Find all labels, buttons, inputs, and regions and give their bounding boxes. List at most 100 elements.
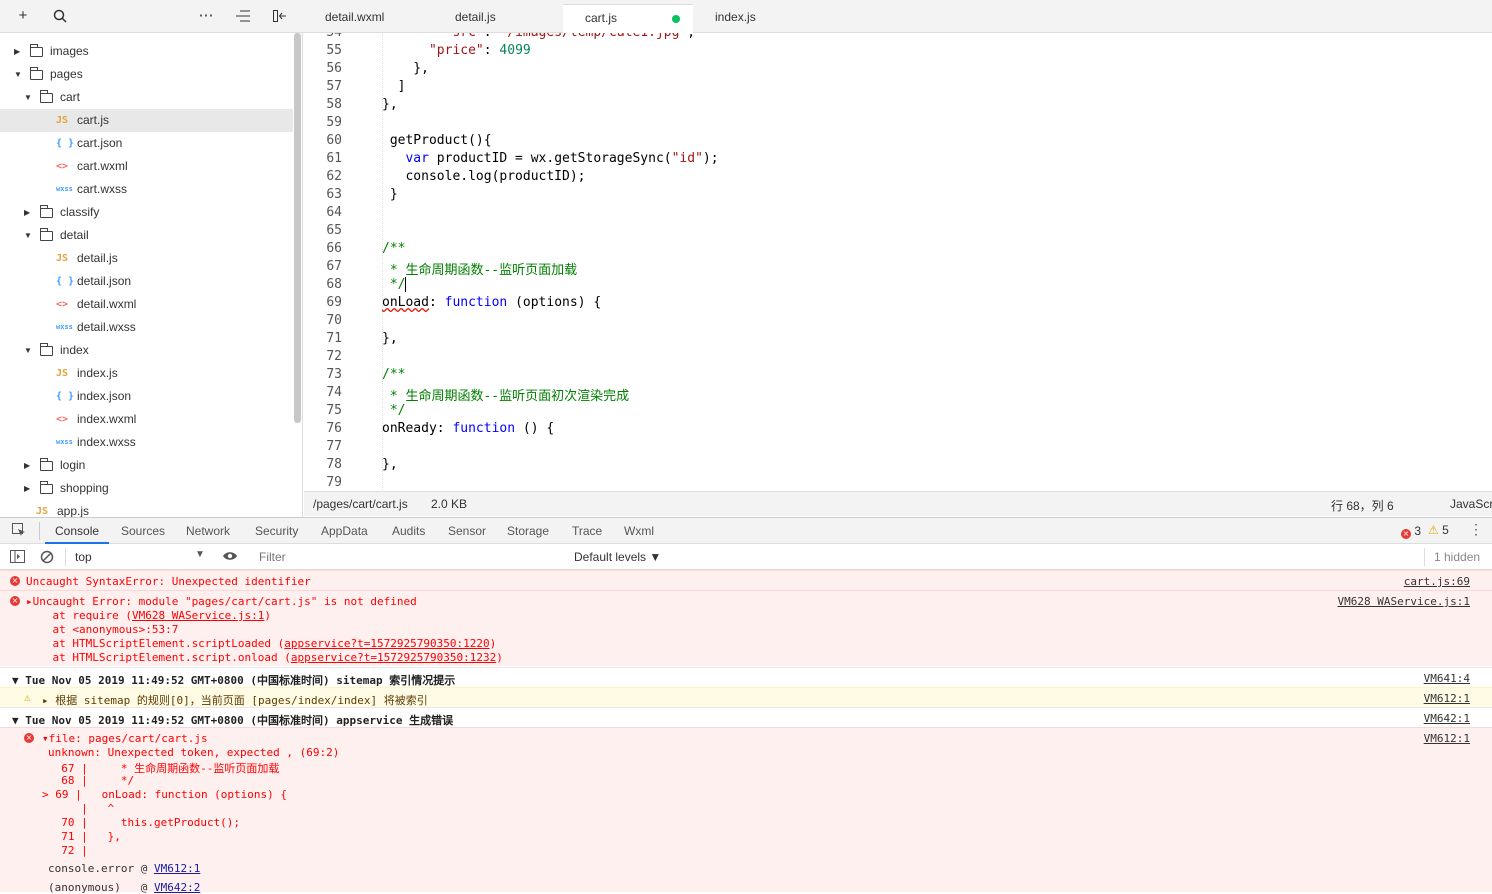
clear-console-icon[interactable] — [40, 550, 54, 567]
tree-file[interactable]: <> index.wxml — [0, 408, 293, 431]
code-line-74: * 生命周期函数--监听页面初次渲染完成 — [382, 389, 630, 404]
warning-counter[interactable]: ⚠ 5 — [1428, 523, 1449, 537]
stack-line-4: at HTMLScriptElement.script.onload (apps… — [26, 651, 503, 664]
tree-file[interactable]: <> detail.wxml — [0, 293, 293, 316]
line-number: 77 — [326, 439, 342, 454]
console-error-3: × VM612:1 ▾file: pages/cart/cart.js unkno… — [0, 727, 1492, 894]
warning-source-link[interactable]: VM612:1 — [1424, 692, 1470, 705]
error-source-link[interactable]: cart.js:69 — [1404, 575, 1470, 588]
tree-folder[interactable]: ▼ pages — [0, 63, 293, 86]
code-line-73: /** — [382, 367, 406, 382]
error-count: 3 — [1414, 524, 1422, 538]
devtools-tab-console[interactable]: Console — [45, 518, 110, 544]
collapse-sidebar-icon[interactable] — [269, 5, 291, 27]
devtools-tab-appdata[interactable]: AppData — [321, 518, 368, 544]
stack-link[interactable]: VM628 WAService.js:1 — [132, 609, 264, 622]
inspect-element-icon[interactable] — [12, 523, 26, 540]
line-number: 76 — [326, 421, 342, 436]
tree-file[interactable]: <> cart.wxml — [0, 155, 293, 178]
code-frame-line[interactable]: ▾file: pages/cart/cart.js — [42, 732, 208, 745]
devtools-tab-audits[interactable]: Audits — [392, 518, 425, 544]
chevron-right-icon[interactable]: ▶ — [24, 201, 30, 224]
devtools-tab-storage[interactable]: Storage — [507, 518, 549, 544]
chevron-right-icon[interactable]: ▶ — [24, 477, 30, 500]
chevron-right-icon[interactable]: ▶ — [14, 40, 20, 63]
code-line-76: onReady: function () { — [382, 421, 555, 436]
log-levels-dropdown[interactable]: Default levels ▼ — [574, 550, 661, 564]
tab-detail-wxml[interactable]: detail.wxml — [303, 4, 433, 33]
tree-folder[interactable]: ▼ index — [0, 339, 293, 362]
sidebar-scrollbar[interactable] — [294, 33, 301, 423]
devtools-tab-sensor[interactable]: Sensor — [448, 518, 486, 544]
plus-icon[interactable]: + — [12, 5, 34, 27]
tree-file[interactable]: JS app.js — [0, 500, 293, 517]
outdent-icon[interactable] — [232, 5, 254, 27]
stack-link[interactable]: appservice?t=1572925790350:1232 — [291, 651, 496, 664]
warning-message[interactable]: ▸ 根据 sitemap 的规则[0]，当前页面 [pages/index/in… — [42, 692, 428, 708]
tree-file[interactable]: wxss detail.wxss — [0, 316, 293, 339]
tab-cart-js[interactable]: cart.js — [563, 4, 693, 33]
console-group-sitemap[interactable]: ▼ Tue Nov 05 2019 11:49:52 GMT+0800 (中国标… — [0, 667, 1492, 687]
context-select[interactable]: top — [75, 550, 92, 564]
cursor-position[interactable]: 行 68，列 6 — [1331, 497, 1394, 514]
tree-folder[interactable]: ▶ shopping — [0, 477, 293, 500]
file-type-icon: wxss — [56, 323, 73, 331]
devtools-tab-network[interactable]: Network — [186, 518, 230, 544]
devtools-menu-icon[interactable]: ⋮ — [1469, 521, 1483, 538]
error-source-link[interactable]: VM628 WAService.js:1 — [1338, 595, 1470, 608]
group-source-link[interactable]: VM641:4 — [1424, 672, 1470, 685]
code-frame-line: 72 | — [48, 844, 88, 857]
chevron-down-icon[interactable]: ▼ — [14, 63, 22, 86]
live-expression-eye-icon[interactable] — [222, 550, 238, 565]
tree-file[interactable]: { } cart.json — [0, 132, 293, 155]
tree-folder[interactable]: ▼ cart — [0, 86, 293, 109]
folder-icon — [40, 90, 53, 103]
more-icon[interactable]: ⋯ — [195, 5, 217, 27]
line-number: 69 — [326, 295, 342, 310]
chevron-right-icon[interactable]: ▶ — [24, 454, 30, 477]
error-message[interactable]: ▸Uncaught Error: module "pages/cart/cart… — [26, 595, 417, 608]
language-mode[interactable]: JavaScr — [1450, 497, 1492, 511]
file-path: /pages/cart/cart.js — [313, 497, 408, 511]
devtools-tab-wxml[interactable]: Wxml — [624, 518, 654, 544]
tree-file[interactable]: { } index.json — [0, 385, 293, 408]
tree-folder[interactable]: ▶ login — [0, 454, 293, 477]
tree-file[interactable]: JS index.js — [0, 362, 293, 385]
chevron-down-icon[interactable]: ▼ — [24, 224, 32, 247]
tree-file[interactable]: JS detail.js — [0, 247, 293, 270]
tree-file[interactable]: { } detail.json — [0, 270, 293, 293]
file-type-icon: <> — [56, 299, 69, 310]
tree-folder[interactable]: ▶ classify — [0, 201, 293, 224]
chevron-down-icon[interactable]: ▼ — [24, 339, 32, 362]
error-counter[interactable]: × 3 — [1401, 524, 1422, 539]
line-number: 66 — [326, 241, 342, 256]
chevron-down-icon[interactable]: ▼ — [24, 86, 32, 109]
code-frame-line: > 69 | onLoad: function (options) { — [42, 788, 288, 801]
trace-link[interactable]: VM642:2 — [154, 881, 200, 894]
tree-item-label: cart.wxss — [77, 182, 128, 196]
tree-item-label: pages — [50, 67, 83, 81]
devtools-tab-sources[interactable]: Sources — [121, 518, 165, 544]
tree-file[interactable]: wxss index.wxss — [0, 431, 293, 454]
tree-folder[interactable]: ▼ detail — [0, 224, 293, 247]
context-dropdown-icon[interactable]: ▼ — [195, 549, 205, 560]
code-frame-line: 70 | this.getProduct(); — [48, 816, 241, 829]
tree-folder[interactable]: ▶ images — [0, 40, 293, 63]
tab-detail-js[interactable]: detail.js — [433, 4, 563, 33]
tree-file[interactable]: JS cart.js — [0, 109, 293, 132]
stack-link[interactable]: appservice?t=1572925790350:1220 — [284, 637, 489, 650]
devtools-tab-security[interactable]: Security — [255, 518, 298, 544]
trace-link[interactable]: VM612:1 — [154, 862, 200, 875]
tab-index-js[interactable]: index.js — [693, 4, 823, 33]
sidebar-toggle-icon[interactable] — [10, 550, 25, 566]
group-source-link[interactable]: VM642:1 — [1424, 712, 1470, 725]
stack-line-2: at <anonymous>:53:7 — [26, 623, 179, 636]
console-group-appservice[interactable]: ▼ Tue Nov 05 2019 11:49:52 GMT+0800 (中国标… — [0, 707, 1492, 727]
tree-file[interactable]: wxss cart.wxss — [0, 178, 293, 201]
folder-icon — [40, 205, 53, 218]
error-source-link[interactable]: VM612:1 — [1424, 732, 1470, 745]
devtools-tab-trace[interactable]: Trace — [572, 518, 602, 544]
console-filter-input[interactable] — [253, 547, 565, 567]
code-editor[interactable]: 54 55 56 57 58 59 60 61 62 63 64 65 66 67 68 69 70 71 72 73… — [304, 33, 1492, 491]
search-icon[interactable] — [49, 5, 71, 27]
